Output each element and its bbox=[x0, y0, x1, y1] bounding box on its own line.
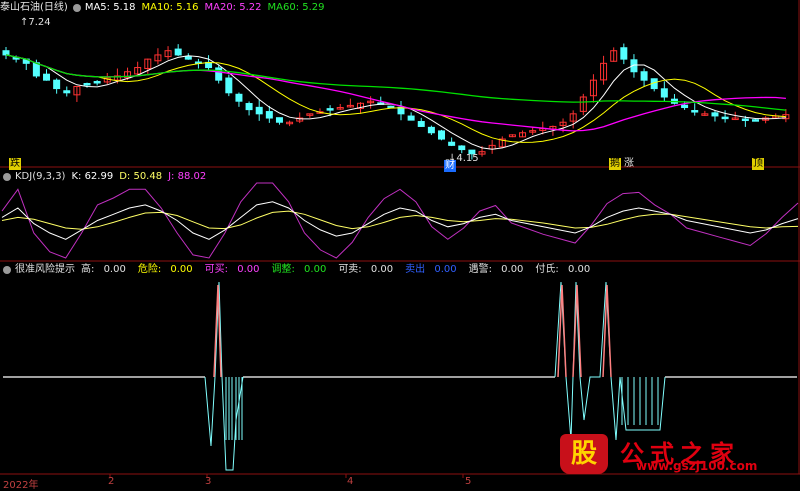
candlestick bbox=[721, 116, 729, 120]
ma10-line bbox=[5, 54, 786, 143]
price-panel-header: 泰山石油(日线) MA5: 5.18 MA10: 5.16 MA20: 5.22… bbox=[0, 1, 331, 15]
risk-panel-header: 很准风险提示 高: 0.00 危险: 0.00 可买: 0.00 调整: 0.0… bbox=[0, 263, 602, 277]
axis-label: 2022年 bbox=[3, 480, 39, 491]
risk-item: 调整: 0.00 bbox=[271, 264, 327, 275]
candlestick bbox=[174, 48, 182, 56]
kdj-panel-header: KDJ(9,3,3) K: 62.99 D: 50.48 J: 88.02 bbox=[0, 170, 212, 184]
candlestick bbox=[326, 108, 334, 111]
k-value: K: 62.99 bbox=[71, 171, 114, 182]
candlestick bbox=[620, 47, 628, 60]
signal-badge: 顶 bbox=[752, 158, 764, 170]
candlestick bbox=[225, 77, 233, 94]
ma20-value: MA20: 5.22 bbox=[204, 2, 262, 13]
d-value: D: 50.48 bbox=[119, 171, 163, 182]
axis-label: 4 bbox=[347, 476, 354, 487]
j-value: J: 88.02 bbox=[168, 171, 207, 182]
risk-item: 付氏: 0.00 bbox=[535, 264, 591, 275]
risk-item: 危险: 0.00 bbox=[137, 264, 193, 275]
candlestick bbox=[2, 50, 10, 56]
time-axis: 2022年 2 3 4 5 bbox=[0, 474, 800, 491]
high-price-value: 7.24 bbox=[28, 17, 51, 28]
candlestick bbox=[63, 90, 71, 94]
high-price-label: ↑7.24 bbox=[20, 17, 51, 28]
risk-item: 高: 0.00 bbox=[81, 264, 126, 275]
d-line bbox=[1, 210, 799, 230]
settings-icon[interactable] bbox=[72, 4, 81, 12]
candlestick bbox=[275, 117, 283, 123]
candlestick bbox=[417, 121, 425, 127]
candlestick bbox=[438, 130, 446, 140]
panel-title: 泰山石油(日线) bbox=[0, 2, 68, 13]
candlestick bbox=[448, 141, 456, 146]
candlestick bbox=[681, 104, 689, 109]
stock-chart bbox=[0, 0, 800, 478]
ma5-value: MA5: 5.18 bbox=[84, 2, 136, 13]
candlestick bbox=[83, 83, 91, 86]
watermark-url: www.gszj100.com bbox=[636, 459, 758, 473]
kdj-title: KDJ(9,3,3) bbox=[15, 171, 66, 182]
candlestick bbox=[458, 145, 466, 151]
watermark-logo: 股 bbox=[560, 434, 608, 474]
candlestick bbox=[255, 106, 263, 115]
axis-label: 3 bbox=[205, 476, 212, 487]
risk-spike bbox=[602, 284, 612, 378]
ma60-line bbox=[5, 54, 786, 111]
risk-item: 卖出 0.00 bbox=[405, 264, 457, 275]
watermark: 股 公式之家 www.gszj100.com bbox=[556, 434, 800, 474]
candlestick bbox=[751, 119, 759, 122]
settings-icon[interactable] bbox=[3, 173, 11, 181]
risk-item: 可卖: 0.00 bbox=[338, 264, 394, 275]
settings-icon[interactable] bbox=[3, 266, 11, 274]
risk-title: 很准风险提示 bbox=[15, 264, 75, 275]
candlestick bbox=[407, 115, 415, 121]
candlestick bbox=[741, 118, 749, 122]
candlestick bbox=[245, 103, 253, 111]
ma60-value: MA60: 5.29 bbox=[267, 2, 325, 13]
signal-badge: 涨 bbox=[624, 158, 634, 169]
risk-item: 遇警: 0.00 bbox=[468, 264, 524, 275]
signal-badge: 财 bbox=[444, 160, 456, 172]
candlestick bbox=[93, 80, 101, 84]
candlestick bbox=[691, 110, 699, 113]
axis-label: 2 bbox=[108, 476, 115, 487]
candlestick bbox=[640, 71, 648, 81]
candlestick bbox=[387, 105, 395, 109]
candlestick bbox=[427, 126, 435, 134]
risk-spike bbox=[204, 281, 244, 471]
signal-badge: 跌 bbox=[9, 158, 21, 170]
risk-item: 可买: 0.00 bbox=[204, 264, 260, 275]
low-price-value: 4.15 bbox=[456, 153, 479, 164]
ma10-value: MA10: 5.16 bbox=[141, 2, 199, 13]
candlestick bbox=[711, 112, 719, 117]
candlestick bbox=[184, 56, 192, 60]
axis-label: 5 bbox=[465, 476, 472, 487]
candlestick bbox=[660, 88, 668, 98]
candlestick bbox=[32, 62, 40, 77]
signal-badge: 鹅 bbox=[609, 158, 621, 170]
ma20-line bbox=[5, 54, 786, 132]
candlestick bbox=[235, 93, 243, 102]
candlestick bbox=[265, 111, 273, 119]
j-line bbox=[1, 182, 799, 259]
risk-spike bbox=[557, 284, 567, 378]
candlestick bbox=[43, 73, 51, 81]
candlestick bbox=[53, 79, 61, 90]
